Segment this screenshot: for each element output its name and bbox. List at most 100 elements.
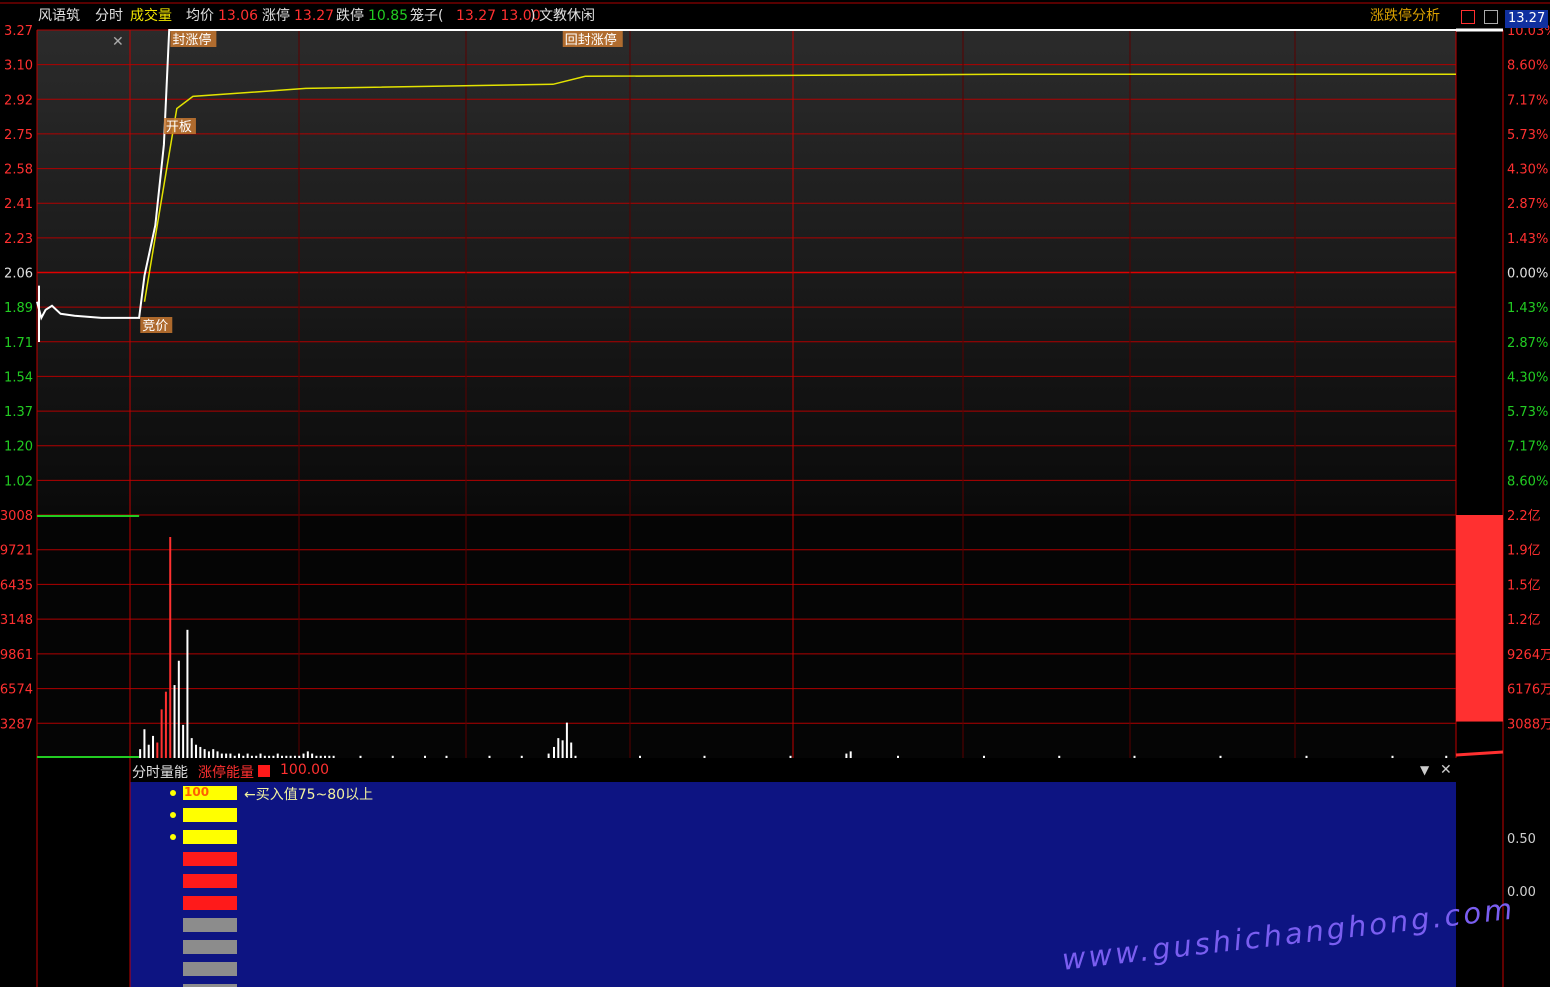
close-icon[interactable]: ✕ bbox=[112, 34, 124, 50]
volume-bar bbox=[190, 738, 193, 758]
avg-price-label: 均价 bbox=[186, 8, 214, 24]
volume-bar bbox=[220, 753, 223, 758]
volume-bar bbox=[293, 755, 296, 758]
indicator-color-swatch bbox=[258, 765, 270, 777]
pct-tick-label: 5.73% bbox=[1507, 128, 1548, 143]
mode-label[interactable]: 分时 bbox=[95, 7, 123, 25]
volume-bar bbox=[302, 753, 305, 758]
volume-bar bbox=[639, 755, 641, 758]
volume-bar bbox=[324, 755, 327, 758]
volume-bar bbox=[259, 753, 262, 758]
volume-bar bbox=[246, 753, 249, 758]
volume-bar bbox=[177, 660, 180, 758]
volume-bar bbox=[173, 685, 176, 758]
pct-tick-label: 7.17% bbox=[1507, 93, 1548, 108]
pct-tick-label: 2.87% bbox=[1507, 197, 1548, 212]
volume-bar bbox=[703, 755, 706, 758]
limit-down-value: 10.85 bbox=[368, 8, 409, 24]
volume-bar bbox=[1058, 755, 1061, 758]
layout-icon[interactable] bbox=[1484, 10, 1498, 24]
volume-bar bbox=[298, 755, 301, 758]
volume-bar bbox=[268, 755, 271, 758]
volume-bar bbox=[242, 755, 245, 758]
cage-close: ) bbox=[530, 8, 536, 24]
panel-close-icon[interactable]: ✕ bbox=[1440, 762, 1452, 778]
pct-tick-label: 4.30% bbox=[1507, 370, 1548, 385]
annotation-label: 封涨停 bbox=[172, 32, 211, 48]
volume-bar bbox=[276, 753, 279, 758]
cage-label: 笼子( bbox=[410, 8, 444, 24]
top-bar-label: 100 bbox=[184, 785, 210, 799]
volume-bar bbox=[1219, 755, 1222, 758]
volume-bar bbox=[147, 744, 150, 758]
chart-canvas: 3.2710.03%3.108.60%2.927.17%2.755.73%2.5… bbox=[0, 2, 1550, 987]
pct-tick-label: 2.87% bbox=[1507, 336, 1548, 351]
energy-bar bbox=[183, 830, 237, 844]
pct-tick-label: 1.43% bbox=[1507, 301, 1548, 316]
volume-bar bbox=[319, 755, 322, 758]
volume-bar bbox=[281, 755, 284, 758]
pct-tick-label: 4.30% bbox=[1507, 163, 1548, 178]
volume-bar bbox=[207, 751, 210, 758]
annotation-label: 开板 bbox=[166, 120, 192, 135]
energy-tick-label: 0.50 bbox=[1507, 832, 1536, 847]
volume-bar bbox=[306, 751, 309, 758]
energy-dot bbox=[170, 790, 176, 796]
volume-bar bbox=[225, 753, 228, 758]
sector-label[interactable]: 文教休闲 bbox=[539, 7, 595, 25]
volume-bar bbox=[391, 755, 394, 758]
price-tick-label: 1.02 bbox=[4, 474, 33, 489]
energy-bar bbox=[183, 896, 237, 910]
volume-bar bbox=[332, 755, 335, 758]
volume-tab[interactable]: 成交量 bbox=[130, 7, 172, 25]
volume-tick-label: 6435 bbox=[0, 578, 33, 593]
price-tick-label: 2.23 bbox=[4, 232, 33, 247]
volume-bar bbox=[143, 729, 146, 758]
price-tick-label: 3.10 bbox=[4, 59, 33, 74]
volume-bar bbox=[169, 537, 172, 758]
indicator-panel-header: 分时量能 涨停能量 100.00 ▼ ✕ bbox=[130, 760, 1456, 782]
volume-bar bbox=[285, 755, 288, 758]
energy-bar bbox=[183, 940, 237, 954]
volume-tick-label: 3008 bbox=[0, 509, 33, 524]
volume-bar bbox=[272, 755, 275, 758]
price-tick-label: 2.58 bbox=[4, 163, 33, 178]
volume-bar bbox=[897, 755, 899, 758]
panel-title[interactable]: 分时量能 bbox=[132, 762, 188, 782]
volume-bar bbox=[520, 755, 523, 758]
add-icon[interactable] bbox=[1461, 10, 1475, 24]
volume-bar bbox=[1133, 755, 1136, 758]
volume-bar bbox=[488, 755, 491, 758]
pct-tick-label: 8.60% bbox=[1507, 59, 1548, 74]
avg-price-value: 13.06 bbox=[218, 8, 259, 24]
chevron-down-icon[interactable]: ▼ bbox=[1420, 763, 1429, 777]
amount-tick-label: 1.5亿 bbox=[1507, 578, 1541, 593]
price-tick-label: 1.54 bbox=[4, 370, 33, 385]
volume-bar bbox=[156, 742, 159, 758]
pct-tick-label: 1.43% bbox=[1507, 232, 1548, 247]
price-tick-label: 1.20 bbox=[4, 440, 33, 455]
volume-bar bbox=[212, 749, 215, 758]
amount-tail-bar bbox=[1455, 750, 1504, 757]
energy-bar bbox=[183, 962, 237, 976]
volume-bar bbox=[1391, 755, 1394, 758]
indicator-name: 涨停能量 bbox=[198, 765, 254, 781]
price-tick-label: 1.89 bbox=[4, 301, 33, 316]
volume-bar bbox=[195, 744, 198, 758]
volume-bar bbox=[289, 755, 292, 758]
amount-tick-label: 1.2亿 bbox=[1507, 613, 1541, 628]
limit-analysis-link[interactable]: 涨跌停分析 bbox=[1370, 7, 1440, 25]
price-tick-label: 2.06 bbox=[4, 267, 33, 282]
volume-bar bbox=[311, 753, 314, 758]
volume-bar bbox=[250, 755, 253, 758]
indicator-value: 100.00 bbox=[280, 762, 329, 778]
volume-bar bbox=[160, 709, 163, 758]
stock-name[interactable]: 风语筑 bbox=[38, 7, 80, 25]
volume-bar bbox=[233, 755, 236, 758]
amount-tick-label: 6176万 bbox=[1507, 683, 1550, 698]
volume-bar bbox=[238, 753, 241, 758]
volume-bar bbox=[424, 755, 426, 758]
energy-bar bbox=[183, 852, 237, 866]
volume-bar bbox=[445, 755, 448, 758]
pct-tick-label: 0.00% bbox=[1507, 267, 1548, 282]
